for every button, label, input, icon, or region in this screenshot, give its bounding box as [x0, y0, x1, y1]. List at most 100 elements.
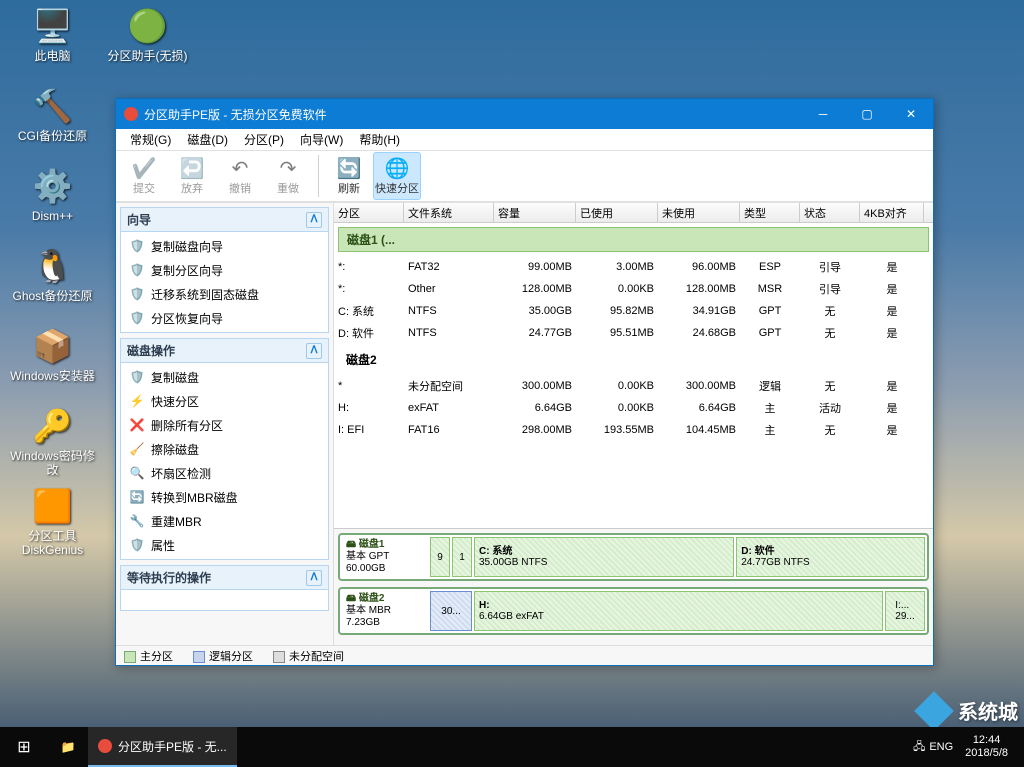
- wizard-copy-disk[interactable]: 🛡️复制磁盘向导: [123, 234, 326, 258]
- menu-partition[interactable]: 分区(P): [236, 129, 292, 150]
- wizard-recover-partition[interactable]: 🛡️分区恢复向导: [123, 306, 326, 330]
- desktop-icon-label: 分区工具DiskGenius: [8, 529, 98, 557]
- col-partition[interactable]: 分区: [334, 203, 404, 222]
- desktop-icon-label: 分区助手(无损): [108, 49, 188, 63]
- col-4k-align[interactable]: 4KB对齐: [860, 203, 924, 222]
- wizard-copy-partition[interactable]: 🛡️复制分区向导: [123, 258, 326, 282]
- desktop-icon-ghost[interactable]: 🐧Ghost备份还原: [5, 245, 100, 325]
- table-row[interactable]: C: 系统NTFS35.00GB95.82MB34.91GBGPT无是: [334, 300, 933, 322]
- pending-group-header[interactable]: 等待执行的操作ᐱ: [121, 566, 328, 590]
- desktop-icon-dismpp[interactable]: ⚙️ Dism++: [5, 165, 100, 245]
- wrench-icon: 🔧: [129, 513, 145, 529]
- titlebar[interactable]: 分区助手PE版 - 无损分区免费软件 ─ ▢ ✕: [116, 99, 933, 129]
- key-icon: 🔑: [32, 405, 74, 447]
- tray-ime[interactable]: ENG: [929, 741, 953, 753]
- lightning-icon: ⚡: [129, 393, 145, 409]
- close-button[interactable]: ✕: [889, 99, 933, 129]
- start-button[interactable]: ⊞: [0, 727, 48, 767]
- taskbar-file-explorer[interactable]: 📁: [48, 727, 88, 767]
- wizard-group-header[interactable]: 向导ᐱ: [121, 208, 328, 232]
- maximize-button[interactable]: ▢: [845, 99, 889, 129]
- penguin-icon: 🐧: [32, 245, 74, 287]
- refresh-icon: 🔄: [337, 156, 362, 180]
- collapse-button[interactable]: ᐱ: [306, 570, 322, 586]
- refresh-button[interactable]: 🔄刷新: [325, 152, 373, 200]
- desktop-icon-label: 此电脑: [34, 49, 70, 63]
- menu-general[interactable]: 常规(G): [122, 129, 179, 150]
- op-convert-mbr[interactable]: 🔄转换到MBR磁盘: [123, 485, 326, 509]
- col-capacity[interactable]: 容量: [494, 203, 576, 222]
- partition-box[interactable]: 1: [452, 537, 472, 577]
- table-row[interactable]: *未分配空间300.00MB0.00KB300.00MB逻辑无是: [334, 375, 933, 397]
- desktop-icon-label: Windows密码修改: [8, 449, 98, 477]
- desktop-icon-label: Dism++: [32, 209, 73, 223]
- op-rebuild-mbr[interactable]: 🔧重建MBR: [123, 509, 326, 533]
- partition-box-c[interactable]: C: 系统35.00GB NTFS: [474, 537, 734, 577]
- check-icon: ✔️: [132, 156, 157, 180]
- window-title: 分区助手PE版 - 无损分区免费软件: [144, 106, 327, 123]
- minimize-button[interactable]: ─: [801, 99, 845, 129]
- menubar: 常规(G) 磁盘(D) 分区(P) 向导(W) 帮助(H): [116, 129, 933, 151]
- table-row[interactable]: *:Other128.00MB0.00KB128.00MBMSR引导是: [334, 278, 933, 300]
- desktop-icon-cgi-backup[interactable]: 🔨CGI备份还原: [5, 85, 100, 165]
- menu-help[interactable]: 帮助(H): [351, 129, 408, 150]
- desktop-icon-partition-assistant[interactable]: 🟢 分区助手(无损): [100, 5, 195, 85]
- partition-table-body: 磁盘1 (... *:FAT3299.00MB3.00MB96.00MBESP引…: [334, 223, 933, 528]
- undo-icon: ↩️: [180, 156, 205, 180]
- watermark: 系统城: [920, 696, 1018, 725]
- desktop-icon-computer[interactable]: 🖥️此电脑: [5, 5, 100, 85]
- collapse-button[interactable]: ᐱ: [306, 343, 322, 359]
- undo-button[interactable]: ↶撤销: [216, 152, 264, 200]
- op-copy-disk[interactable]: 🛡️复制磁盘: [123, 365, 326, 389]
- op-bad-sector[interactable]: 🔍坏扇区检测: [123, 461, 326, 485]
- left-panel: 向导ᐱ 🛡️复制磁盘向导 🛡️复制分区向导 🛡️迁移系统到固态磁盘 🛡️分区恢复…: [116, 203, 334, 645]
- eraser-icon: 🧹: [129, 441, 145, 457]
- partition-box[interactable]: 9: [430, 537, 450, 577]
- partition-box[interactable]: 30...: [430, 591, 472, 631]
- partition-box-d[interactable]: D: 软件24.77GB NTFS: [736, 537, 925, 577]
- diskgenius-icon: 🟧: [32, 485, 74, 527]
- quick-partition-button[interactable]: 🌐快速分区: [373, 152, 421, 200]
- desktop-icon-win-installer[interactable]: 📦Windows安装器: [5, 325, 100, 405]
- tray-network-icon[interactable]: 🖧: [913, 738, 925, 757]
- op-quick-partition[interactable]: ⚡快速分区: [123, 389, 326, 413]
- disk2-map-label: 磁盘2 基本 MBR 7.23GB: [342, 591, 428, 631]
- redo-button[interactable]: ↷重做: [264, 152, 312, 200]
- gear-icon: ⚙️: [32, 165, 74, 207]
- table-row[interactable]: H:exFAT6.64GB0.00KB6.64GB主活动是: [334, 397, 933, 419]
- op-properties[interactable]: 🛡️属性: [123, 533, 326, 557]
- desktop-icon-password[interactable]: 🔑Windows密码修改: [5, 405, 100, 485]
- toolbar: ✔️提交 ↩️放弃 ↶撤销 ↷重做 🔄刷新 🌐快速分区: [116, 151, 933, 203]
- menu-disk[interactable]: 磁盘(D): [179, 129, 236, 150]
- menu-wizard[interactable]: 向导(W): [292, 129, 351, 150]
- op-delete-all[interactable]: ❌删除所有分区: [123, 413, 326, 437]
- discard-button[interactable]: ↩️放弃: [168, 152, 216, 200]
- col-type[interactable]: 类型: [740, 203, 800, 222]
- col-used[interactable]: 已使用: [576, 203, 658, 222]
- disk-map-2[interactable]: 磁盘2 基本 MBR 7.23GB 30... H:6.64GB exFAT I…: [338, 587, 929, 635]
- taskbar-clock[interactable]: 12:44 2018/5/8: [957, 734, 1016, 760]
- table-row[interactable]: *:FAT3299.00MB3.00MB96.00MBESP引导是: [334, 256, 933, 278]
- disk1-header[interactable]: 磁盘1 (...: [338, 227, 929, 252]
- taskbar-task-partition-assistant[interactable]: 分区助手PE版 - 无...: [88, 727, 237, 767]
- client-area: 向导ᐱ 🛡️复制磁盘向导 🛡️复制分区向导 🛡️迁移系统到固态磁盘 🛡️分区恢复…: [116, 203, 933, 645]
- col-status[interactable]: 状态: [800, 203, 860, 222]
- collapse-button[interactable]: ᐱ: [306, 212, 322, 228]
- partition-box-i[interactable]: I:... 29...: [885, 591, 925, 631]
- commit-button[interactable]: ✔️提交: [120, 152, 168, 200]
- disk-ops-group-header[interactable]: 磁盘操作ᐱ: [121, 339, 328, 363]
- disk2-header[interactable]: 磁盘2: [338, 348, 929, 371]
- shield-icon: 🛡️: [129, 310, 145, 326]
- disk-map-1[interactable]: 磁盘1 基本 GPT 60.00GB 9 1 C: 系统35.00GB NTFS…: [338, 533, 929, 581]
- table-row[interactable]: I: EFIFAT16298.00MB193.55MB104.45MB主无是: [334, 419, 933, 441]
- partition-assistant-icon: 🟢: [127, 5, 169, 47]
- wizard-migrate-ssd[interactable]: 🛡️迁移系统到固态磁盘: [123, 282, 326, 306]
- col-free[interactable]: 未使用: [658, 203, 740, 222]
- main-panel: 分区 文件系统 容量 已使用 未使用 类型 状态 4KB对齐 磁盘1 (... …: [334, 203, 933, 645]
- op-wipe-disk[interactable]: 🧹擦除磁盘: [123, 437, 326, 461]
- desktop-icon-diskgenius[interactable]: 🟧分区工具DiskGenius: [5, 485, 100, 565]
- table-row[interactable]: D: 软件NTFS24.77GB95.51MB24.68GBGPT无是: [334, 322, 933, 344]
- partition-box-h[interactable]: H:6.64GB exFAT: [474, 591, 883, 631]
- system-tray[interactable]: 🖧 ENG 12:44 2018/5/8: [905, 734, 1024, 760]
- col-filesystem[interactable]: 文件系统: [404, 203, 494, 222]
